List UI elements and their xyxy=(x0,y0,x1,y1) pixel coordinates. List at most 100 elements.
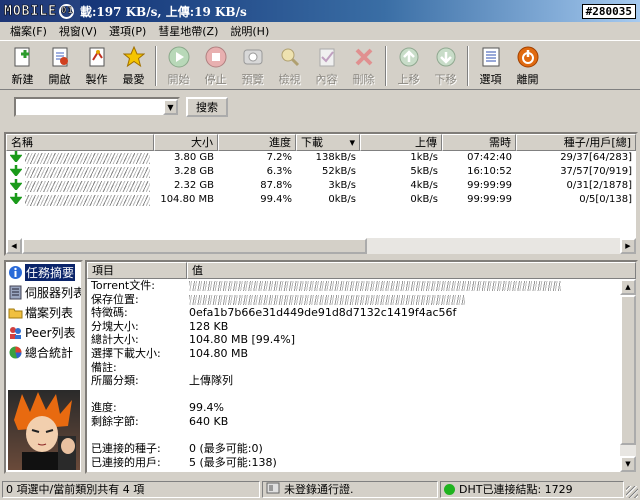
torrent-name-cell xyxy=(6,165,154,179)
menu-bar: 檔案(F) 視窗(V) 選項(P) 彗星地帶(Z) 說明(H) xyxy=(0,22,640,41)
open-file-icon xyxy=(48,45,72,69)
vertical-scrollbar[interactable]: ▲ ▼ xyxy=(620,279,636,472)
column-progress[interactable]: 進度 xyxy=(218,134,296,151)
search-combobox[interactable]: ▼ xyxy=(14,97,180,117)
torrent-name-cell xyxy=(6,193,154,207)
torrent-list: 名稱 大小 進度 下載 ▾ 上傳 需時 種子/用戶[總] 3.80 GB 7.2… xyxy=(4,132,638,256)
move-down-button[interactable]: 下移 xyxy=(427,44,464,88)
eta-cell: 16:10:52 xyxy=(467,166,512,177)
toolbar: 新建 開啟 製作 最愛 開始 停止 預覽 檢視 內容 刪除 上移 下移 選項 離… xyxy=(0,42,640,90)
new-file-icon xyxy=(11,45,35,69)
table-row[interactable]: 2.32 GB 87.8% 3kB/s 4kB/s 99:99:99 0/31[… xyxy=(6,179,636,193)
toolbar-separator xyxy=(155,46,157,86)
start-button[interactable]: 開始 xyxy=(160,44,197,88)
new-button[interactable]: 新建 xyxy=(4,44,41,88)
download-arrow-icon xyxy=(9,165,23,179)
size-cell: 3.28 GB xyxy=(173,166,214,177)
toolbar-separator xyxy=(467,46,469,86)
table-row[interactable]: 3.28 GB 6.3% 52kB/s 5kB/s 16:10:52 37/57… xyxy=(6,165,636,179)
column-value[interactable]: 值 xyxy=(187,262,636,279)
horizontal-scrollbar[interactable]: ◀ ▶ xyxy=(6,238,636,254)
table-row[interactable]: 104.80 MB 99.4% 0kB/s 0kB/s 99:99:99 0/5… xyxy=(6,193,636,207)
open-button[interactable]: 開啟 xyxy=(41,44,78,88)
column-seeds-peers[interactable]: 種子/用戶[總] xyxy=(516,134,636,151)
chevron-down-icon[interactable]: ▼ xyxy=(163,99,178,115)
obscured-torrent-name xyxy=(25,194,150,206)
upload-speed-cell: 0kB/s xyxy=(410,194,438,205)
scroll-left-icon[interactable]: ◀ xyxy=(6,238,22,254)
toolbar-separator xyxy=(385,46,387,86)
move-up-button[interactable]: 上移 xyxy=(390,44,427,88)
eta-cell: 99:99:99 xyxy=(467,194,512,205)
detail-row: 剩餘字節: 640 KB xyxy=(91,414,229,428)
sidebar-item-statistics[interactable]: 總合統計 xyxy=(6,342,81,362)
sidebar-item-peers[interactable]: Peer列表 xyxy=(6,322,81,342)
menu-options[interactable]: 選項(P) xyxy=(103,23,152,39)
dht-connected-icon xyxy=(444,483,455,495)
sidebar-item-servers[interactable]: 伺服器列表 xyxy=(6,282,81,302)
table-row[interactable]: 3.80 GB 7.2% 138kB/s 1kB/s 07:42:40 29/3… xyxy=(6,151,636,165)
logo-text: MOBILE xyxy=(4,3,57,19)
download-arrow-icon xyxy=(9,179,23,193)
scroll-right-icon[interactable]: ▶ xyxy=(620,238,636,254)
download-arrow-icon xyxy=(9,193,23,207)
sidebar-item-files[interactable]: 檔案列表 xyxy=(6,302,81,322)
detail-row: 總計大小: 104.80 MB [99.4%] xyxy=(91,333,296,347)
play-icon xyxy=(167,45,191,69)
column-download-label: 下載 xyxy=(301,136,323,149)
column-name[interactable]: 名稱 xyxy=(6,134,154,151)
preview-button[interactable]: 預覽 xyxy=(234,44,271,88)
scroll-down-icon[interactable]: ▼ xyxy=(620,456,636,472)
title-bar: MOBILE 01 載:197 KB/s, 上傳:19 KB/s #280035 xyxy=(0,0,640,22)
seeds-peers-cell: 37/57[70/919] xyxy=(560,166,632,177)
detail-row: 已連接的用戶: 5 (最多可能:138) xyxy=(91,455,277,469)
make-torrent-button[interactable]: 製作 xyxy=(78,44,115,88)
upload-speed-cell: 1kB/s xyxy=(410,152,438,163)
detail-row xyxy=(87,429,636,443)
menu-comet-zone[interactable]: 彗星地帶(Z) xyxy=(152,23,224,39)
sidebar-item-summary[interactable]: 任務摘要 xyxy=(6,262,81,282)
scroll-track[interactable] xyxy=(367,238,620,254)
menu-file[interactable]: 檔案(F) xyxy=(4,23,53,39)
column-eta[interactable]: 需時 xyxy=(442,134,516,151)
detail-header: 項目 值 xyxy=(87,262,636,279)
column-upload[interactable]: 上傳 xyxy=(360,134,442,151)
detail-row: 所屬分類: 上傳隊列 xyxy=(91,374,233,388)
resize-grip-icon[interactable] xyxy=(626,486,638,498)
obscured-save-path xyxy=(189,294,465,305)
torrent-list-header: 名稱 大小 進度 下載 ▾ 上傳 需時 種子/用戶[總] xyxy=(6,134,636,151)
scroll-up-icon[interactable]: ▲ xyxy=(620,279,636,295)
check-icon xyxy=(278,45,302,69)
download-speed-cell: 3kB/s xyxy=(328,180,356,191)
progress-cell: 87.8% xyxy=(260,180,292,191)
column-size[interactable]: 大小 xyxy=(154,134,218,151)
scroll-thumb[interactable] xyxy=(620,295,636,445)
detail-row: 備註: xyxy=(91,360,117,374)
search-row: ▼ 搜索 xyxy=(14,97,228,117)
exit-button[interactable]: 離開 xyxy=(509,44,546,88)
column-item[interactable]: 項目 xyxy=(87,262,187,279)
options-button[interactable]: 選項 xyxy=(472,44,509,88)
delete-button[interactable]: 刪除 xyxy=(345,44,382,88)
check-button[interactable]: 檢視 xyxy=(271,44,308,88)
seeds-peers-cell: 29/37[64/283] xyxy=(560,152,632,163)
stop-button[interactable]: 停止 xyxy=(197,44,234,88)
menu-view[interactable]: 視窗(V) xyxy=(53,23,103,39)
eta-cell: 99:99:99 xyxy=(467,180,512,191)
scroll-thumb[interactable] xyxy=(22,238,367,254)
column-download[interactable]: 下載 ▾ xyxy=(296,134,360,151)
content-button[interactable]: 內容 xyxy=(308,44,345,88)
login-status[interactable]: 未登錄通行證. xyxy=(262,480,438,498)
make-torrent-icon xyxy=(85,45,109,69)
server-icon xyxy=(8,285,23,300)
favorite-button[interactable]: 最愛 xyxy=(115,44,152,88)
obscured-torrent-name xyxy=(25,166,150,178)
search-button[interactable]: 搜索 xyxy=(186,97,228,117)
menu-help[interactable]: 說明(H) xyxy=(224,23,275,39)
download-speed-cell: 138kB/s xyxy=(315,152,356,163)
arrow-down-icon xyxy=(434,45,458,69)
eta-cell: 07:42:40 xyxy=(467,152,512,163)
detail-row: 已連接的種子: 0 (最多可能:0) xyxy=(91,442,263,456)
sidebar: 任務摘要 伺服器列表 檔案列表 Peer列表 總合統計 xyxy=(4,260,83,474)
obscured-torrent-name xyxy=(25,180,150,192)
